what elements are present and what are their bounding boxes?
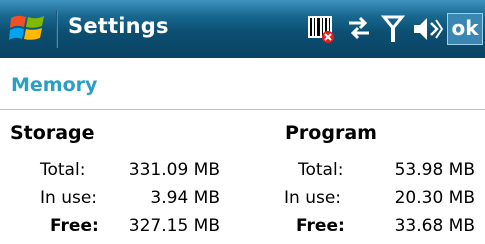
storage-inuse-label: In use: [40,188,98,208]
program-inuse-value: 20.30 MB [394,188,475,208]
window-title: Settings [68,14,169,38]
title-separator [56,10,58,48]
program-total-value: 53.98 MB [394,160,475,180]
connectivity-arrows-icon[interactable] [345,14,373,46]
signal-antenna-icon[interactable] [380,14,406,48]
program-inuse-row: In use: 20.30 MB [240,186,485,210]
storage-inuse-value: 3.94 MB [150,188,220,208]
storage-total-row: Total: 331.09 MB [0,158,240,182]
section-divider [0,109,485,110]
storage-free-row: Free: 327.15 MB [0,214,240,238]
storage-inuse-row: In use: 3.94 MB [0,186,240,210]
program-total-row: Total: 53.98 MB [240,158,485,182]
volume-muted-icon[interactable] [411,14,444,48]
storage-total-value: 331.09 MB [128,160,220,180]
section-title: Memory [11,74,98,96]
windows-flag-icon [9,15,44,40]
program-free-value: 33.68 MB [394,216,475,236]
storage-free-label: Free: [50,216,99,236]
storage-free-value: 327.15 MB [128,216,220,236]
ok-button[interactable]: ok [447,13,483,45]
title-bar: Settings ok [0,0,485,58]
program-free-row: Free: 33.68 MB [240,214,485,238]
program-heading: Program [285,122,377,144]
barcode-disabled-icon[interactable] [306,14,336,48]
program-free-label: Free: [296,216,345,236]
program-total-label: Total: [298,160,344,180]
storage-heading: Storage [10,122,95,144]
start-button[interactable] [0,0,56,58]
program-inuse-label: In use: [284,188,342,208]
storage-total-label: Total: [40,160,86,180]
